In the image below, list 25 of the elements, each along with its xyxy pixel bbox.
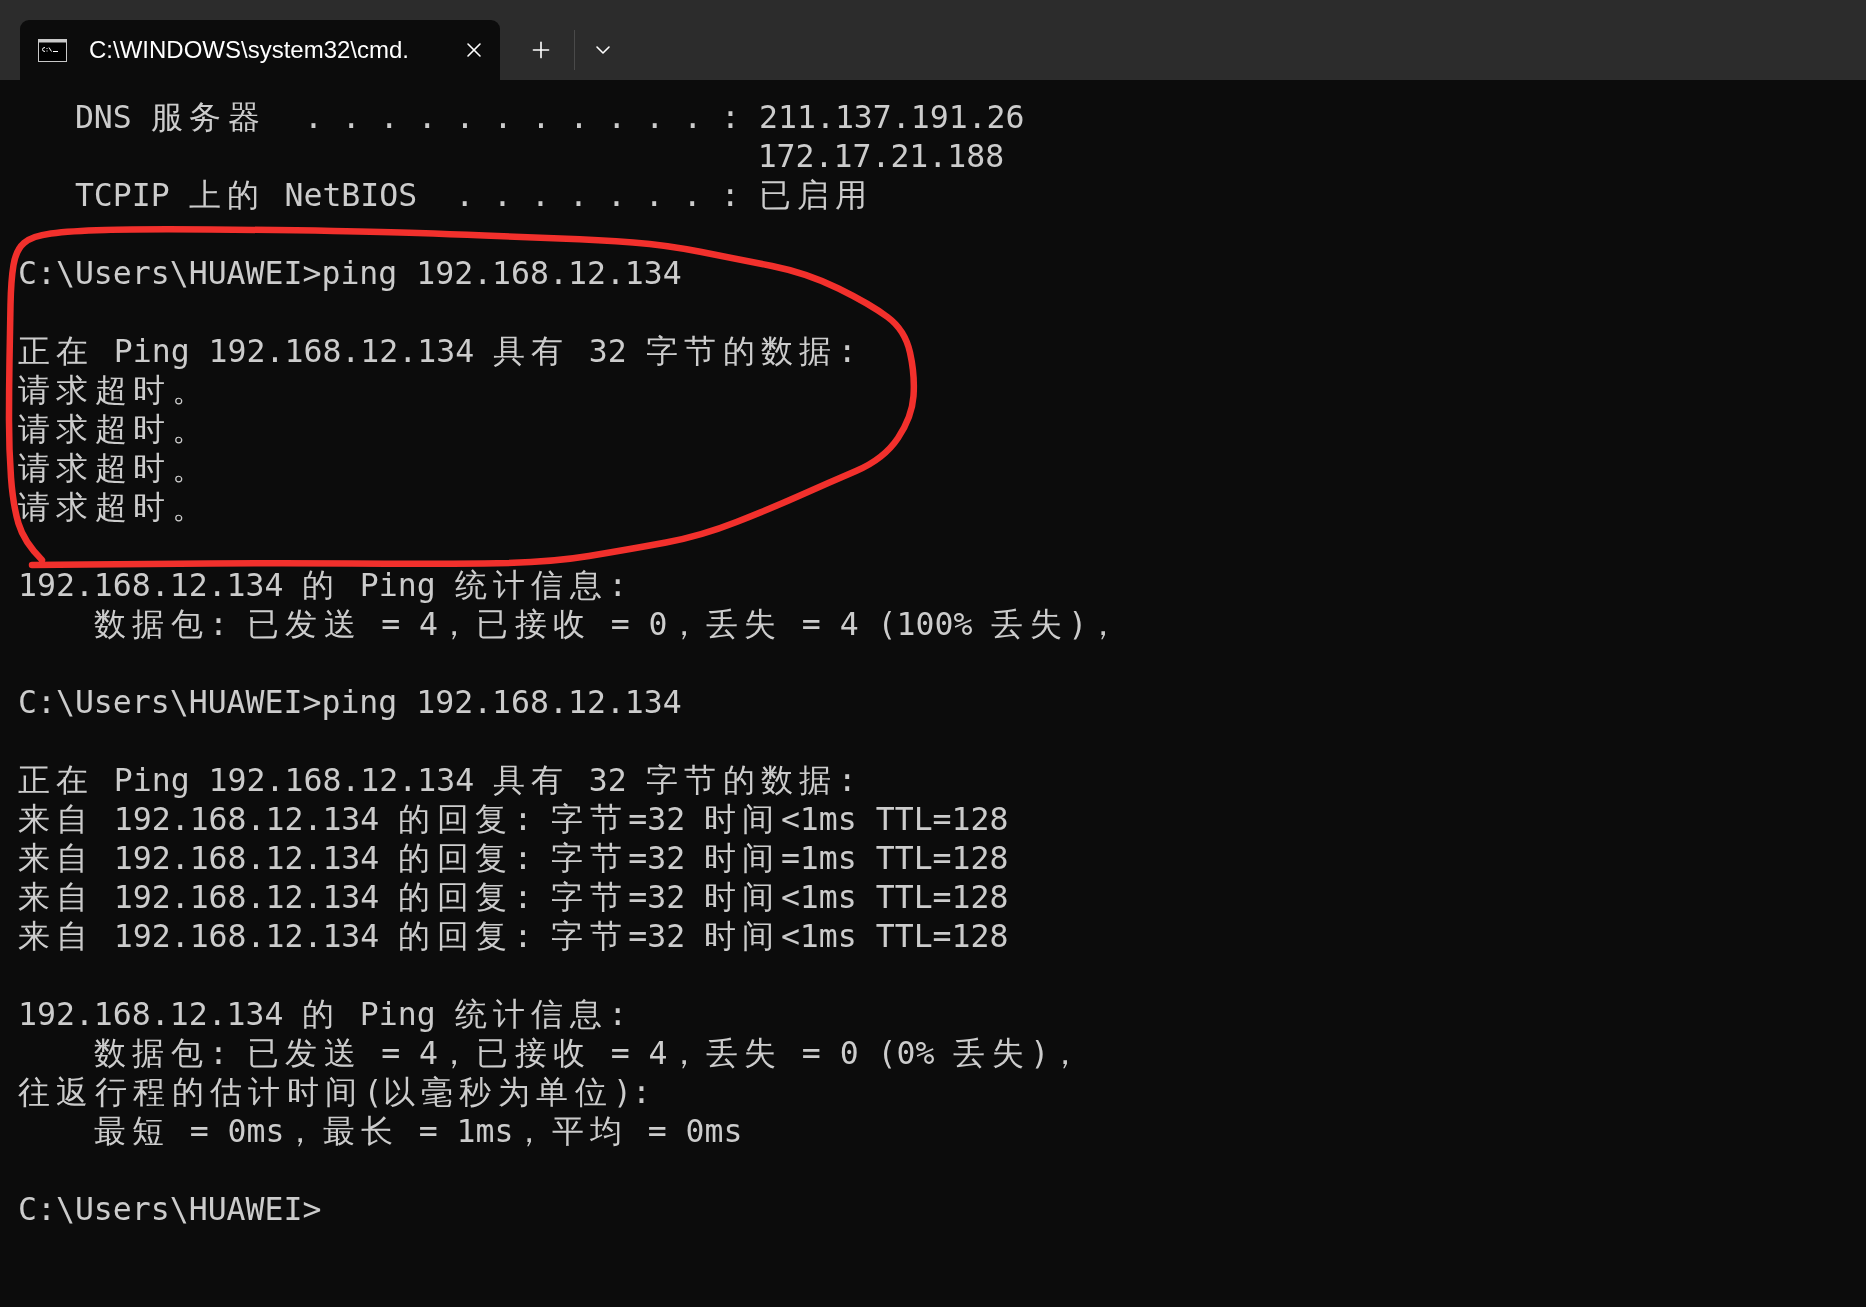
terminal-line: 往返行程的估计时间(以毫秒为单位): [18,1073,651,1112]
terminal-line: 数据包: 已发送 = 4，已接收 = 0，丢失 = 4 (100% 丢失)， [93,605,1126,644]
terminal-line: 正在 Ping 192.168.12.134 具有 32 字节的数据: [18,332,857,371]
terminal-line: 192.168.12.134 的 Ping 统计信息: [18,995,628,1034]
terminal-line: 172.17.21.188 [757,137,1005,176]
terminal-line: C:\Users\HUAWEI>ping 192.168.12.134 [18,254,682,293]
terminal-line: 来自 192.168.12.134 的回复: 字节=32 时间=1ms TTL=128 [18,839,1009,878]
terminal-line: 来自 192.168.12.134 的回复: 字节=32 时间<1ms TTL=128 [18,800,1009,839]
terminal-icon [38,38,67,62]
terminal-line: 来自 192.168.12.134 的回复: 字节=32 时间<1ms TTL=128 [18,917,1009,956]
terminal-line: 请求超时。 [18,371,210,410]
terminal-line: 来自 192.168.12.134 的回复: 字节=32 时间<1ms TTL=128 [18,878,1009,917]
tab[interactable]: C:\WINDOWS\system32\cmd. [20,20,500,80]
terminal-line: 正在 Ping 192.168.12.134 具有 32 字节的数据: [18,761,857,800]
terminal-line: C:\Users\HUAWEI> [18,1190,322,1229]
terminal-line: 192.168.12.134 的 Ping 统计信息: [18,566,628,605]
terminal-line: 请求超时。 [18,488,210,527]
terminal-line: TCPIP 上的 NetBIOS . . . . . . . : 已启用 [74,176,874,215]
terminal-line: 请求超时。 [18,449,210,488]
terminal-line: 数据包: 已发送 = 4，已接收 = 4，丢失 = 0 (0% 丢失)， [93,1034,1088,1073]
terminal-line: 最短 = 0ms，最长 = 1ms，平均 = 0ms [93,1112,743,1151]
tab-title: C:\WINDOWS\system32\cmd. [89,35,410,65]
terminal-line: DNS 服务器 . . . . . . . . . . . : 211.137.191.26 [74,98,1025,137]
terminal-line: C:\Users\HUAWEI>ping 192.168.12.134 [18,683,682,722]
terminal-line: 请求超时。 [18,410,210,449]
